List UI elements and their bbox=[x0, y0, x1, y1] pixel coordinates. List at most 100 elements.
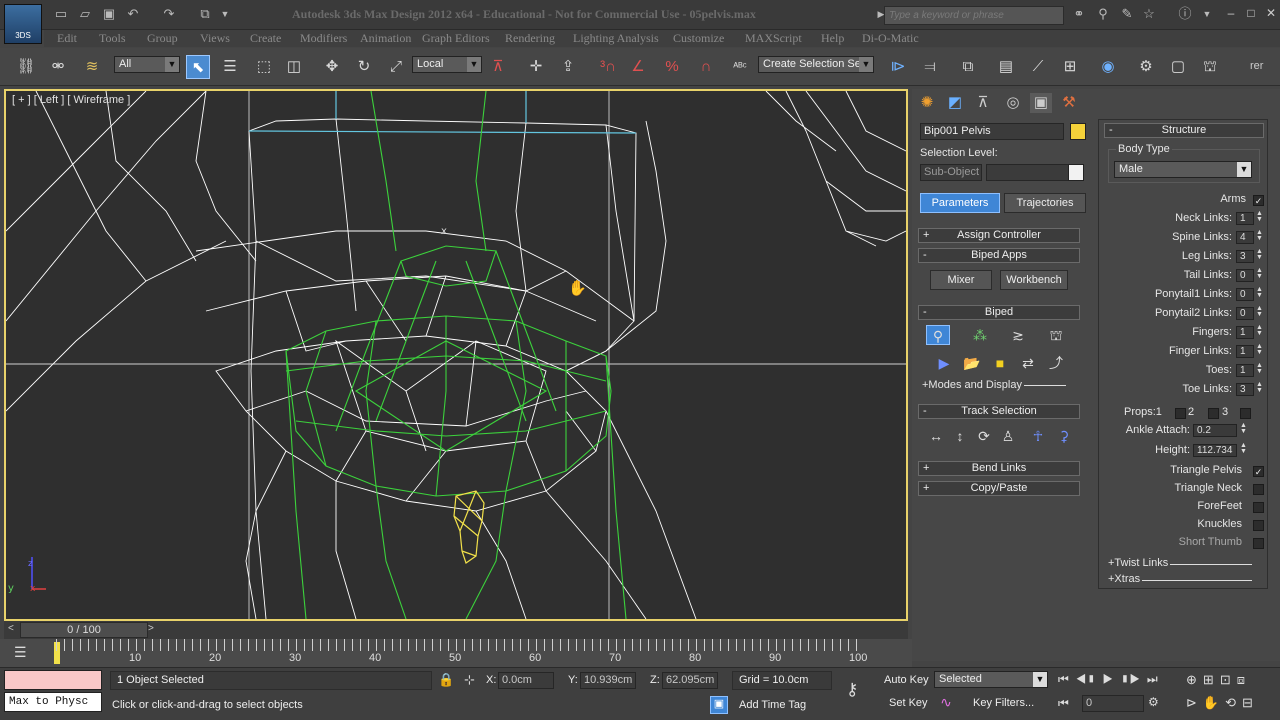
structure-option-checkbox[interactable] bbox=[1253, 538, 1264, 549]
open-icon[interactable]: ▱ bbox=[76, 6, 94, 22]
structure-rollout[interactable]: - Structure bbox=[1104, 123, 1264, 138]
link-count-spinner[interactable]: 1 bbox=[1236, 345, 1254, 358]
structure-option-checkbox[interactable] bbox=[1253, 520, 1264, 531]
body-type-dropdown[interactable]: Male ▼ bbox=[1114, 161, 1252, 178]
select-and-scale-icon[interactable]: ⤢ bbox=[384, 55, 408, 79]
maximize-icon[interactable]: □ bbox=[1242, 6, 1260, 22]
xtras-toggle[interactable]: +Xtras bbox=[1108, 573, 1140, 585]
save-file-icon[interactable]: ■ bbox=[988, 353, 1012, 373]
footstep-mode-icon[interactable]: ⁂ bbox=[968, 325, 992, 345]
orbit-icon[interactable]: ⟲ bbox=[1225, 695, 1242, 710]
spinner-arrows-icon[interactable]: ▲ ▼ bbox=[1256, 248, 1263, 262]
spinner-arrows-icon[interactable]: ▲ ▼ bbox=[1240, 442, 1247, 456]
save-icon[interactable]: ▣ bbox=[100, 6, 118, 22]
angle-snap-icon[interactable]: ∠ bbox=[626, 55, 650, 79]
spinner-arrows-icon[interactable]: ▲ ▼ bbox=[1240, 422, 1247, 436]
play-icon[interactable]: ▶ bbox=[1102, 672, 1113, 686]
select-parent-icon[interactable]: ♙ bbox=[996, 426, 1020, 446]
auto-key-button[interactable]: Auto Key bbox=[884, 674, 929, 686]
symmetrical-icon[interactable]: ↔ bbox=[924, 426, 948, 446]
link-count-spinner[interactable]: 0 bbox=[1236, 288, 1254, 301]
spinner-arrows-icon[interactable]: ▲ ▼ bbox=[1256, 210, 1263, 224]
selection-filter-dropdown[interactable]: All ▼ bbox=[114, 56, 180, 73]
select-and-manipulate-icon[interactable]: ✛ bbox=[524, 55, 548, 79]
x-coordinate-field[interactable]: 0.0cm bbox=[498, 672, 554, 689]
select-and-rotate-icon[interactable]: ↻ bbox=[352, 55, 376, 79]
create-tab-icon[interactable]: ✺ bbox=[916, 93, 938, 113]
sub-object-button[interactable]: Sub-Object bbox=[920, 164, 982, 181]
menu-edit[interactable]: Edit bbox=[57, 31, 77, 46]
time-slider-thumb[interactable]: 0 / 100 bbox=[20, 622, 148, 638]
absolute-mode-icon[interactable]: ⊹ bbox=[464, 672, 475, 688]
opposite-icon[interactable]: ↕ bbox=[948, 426, 972, 446]
set-key-key-icon[interactable]: ⚷ bbox=[846, 680, 858, 700]
quick-access-dropdown-icon[interactable]: ▼ bbox=[216, 6, 234, 22]
bend-links-rollout[interactable]: + Bend Links bbox=[918, 461, 1080, 476]
go-to-end-icon[interactable]: ⏭ bbox=[1147, 672, 1158, 686]
next-frame-arrow-icon[interactable]: > bbox=[148, 623, 160, 637]
zoom-extents-icon[interactable]: ⊡ bbox=[1220, 672, 1237, 687]
link-count-spinner[interactable]: 4 bbox=[1236, 231, 1254, 244]
hierarchy-tab-icon[interactable]: ⊼ bbox=[972, 93, 994, 113]
move-all-mode-icon[interactable]: ⤴ bbox=[1044, 353, 1068, 373]
lock-selection-icon[interactable]: 🔒 bbox=[438, 672, 454, 688]
rectangular-selection-icon[interactable]: ⬚ bbox=[252, 55, 276, 79]
spinner-snap-icon[interactable]: ∩ bbox=[694, 55, 718, 79]
arms-checkbox[interactable]: ✓ bbox=[1253, 195, 1264, 206]
undo-icon[interactable]: ↶ bbox=[124, 6, 142, 22]
select-and-link-icon[interactable]: ⛓ bbox=[14, 55, 38, 79]
menu-tools[interactable]: Tools bbox=[99, 31, 126, 46]
biped-playback-icon[interactable]: ▶ bbox=[932, 353, 956, 373]
menu-maxscript[interactable]: MAXScript bbox=[745, 31, 802, 46]
menu-customize[interactable]: Customize bbox=[673, 31, 724, 46]
favorites-star-icon[interactable]: ☆ bbox=[1140, 6, 1158, 22]
add-time-tag-button[interactable]: Add Time Tag bbox=[739, 699, 806, 711]
props-2-checkbox[interactable] bbox=[1175, 408, 1186, 419]
spinner-arrows-icon[interactable]: ▲ ▼ bbox=[1256, 343, 1263, 357]
communication-center-icon[interactable]: ✎ bbox=[1118, 6, 1136, 22]
modify-tab-icon[interactable]: ◩ bbox=[944, 93, 966, 113]
set-key-button[interactable]: Set Key bbox=[889, 697, 928, 709]
bind-to-space-warp-icon[interactable]: ≋ bbox=[80, 55, 104, 79]
body-vertical-icon[interactable]: ⚳ bbox=[1052, 426, 1076, 446]
link-count-spinner[interactable]: 1 bbox=[1236, 364, 1254, 377]
zoom-icon[interactable]: ⊕ bbox=[1186, 672, 1203, 687]
height-spinner[interactable]: 112.734 bbox=[1193, 444, 1237, 457]
layer-manager-icon[interactable]: ⧉ bbox=[956, 55, 980, 79]
time-tag-icon[interactable]: ▣ bbox=[710, 696, 728, 714]
link-count-spinner[interactable]: 3 bbox=[1236, 250, 1254, 263]
help-dropdown-icon[interactable]: ▼ bbox=[1198, 6, 1216, 22]
link-count-spinner[interactable]: 0 bbox=[1236, 307, 1254, 320]
motion-tab-icon[interactable]: ◎ bbox=[1002, 93, 1024, 113]
link-count-spinner[interactable]: 1 bbox=[1236, 326, 1254, 339]
select-children-icon[interactable]: ⟳ bbox=[972, 426, 996, 446]
parameters-tab[interactable]: Parameters bbox=[920, 193, 1000, 213]
y-coordinate-field[interactable]: 10.939cm bbox=[580, 672, 636, 689]
go-to-start-icon[interactable]: ⏮ bbox=[1058, 672, 1069, 686]
mini-curve-editor-icon[interactable]: ☰ bbox=[14, 644, 34, 662]
menu-help[interactable]: Help bbox=[821, 31, 844, 46]
spinner-arrows-icon[interactable]: ▲ ▼ bbox=[1256, 305, 1263, 319]
menu-modifiers[interactable]: Modifiers bbox=[300, 31, 347, 46]
structure-option-checkbox[interactable]: ✓ bbox=[1253, 466, 1264, 477]
props-3-checkbox[interactable] bbox=[1208, 408, 1219, 419]
ankle-attach-spinner[interactable]: 0.2 bbox=[1193, 424, 1237, 437]
biped-rollout[interactable]: - Biped bbox=[918, 305, 1080, 320]
material-editor-icon[interactable]: ◉ bbox=[1096, 55, 1120, 79]
search-input[interactable]: Type a keyword or phrase bbox=[884, 6, 1064, 25]
subscription-icon[interactable]: ⚲ bbox=[1094, 6, 1112, 22]
body-horizontal-icon[interactable]: ☥ bbox=[1026, 426, 1050, 446]
menu-di-o-matic[interactable]: Di-O-Matic bbox=[862, 31, 919, 46]
display-tab-icon[interactable]: ▣ bbox=[1030, 93, 1052, 113]
menu-graph-editors[interactable]: Graph Editors bbox=[422, 31, 490, 46]
select-and-move-icon[interactable]: ✥ bbox=[320, 55, 344, 79]
key-filters-button[interactable]: Key Filters... bbox=[973, 697, 1034, 709]
structure-option-checkbox[interactable] bbox=[1253, 502, 1264, 513]
keyboard-shortcut-override-icon[interactable]: ⇪ bbox=[556, 55, 580, 79]
sub-object-level-field[interactable] bbox=[986, 164, 1070, 181]
help-icon[interactable]: ⓘ bbox=[1174, 6, 1196, 22]
pan-view-icon[interactable]: ✋ bbox=[1203, 695, 1225, 710]
maximize-viewport-icon[interactable]: ⊟ bbox=[1242, 695, 1259, 710]
key-mode-toggle-icon[interactable]: ⏮ bbox=[1058, 696, 1069, 711]
zoom-all-icon[interactable]: ⊞ bbox=[1203, 672, 1220, 687]
